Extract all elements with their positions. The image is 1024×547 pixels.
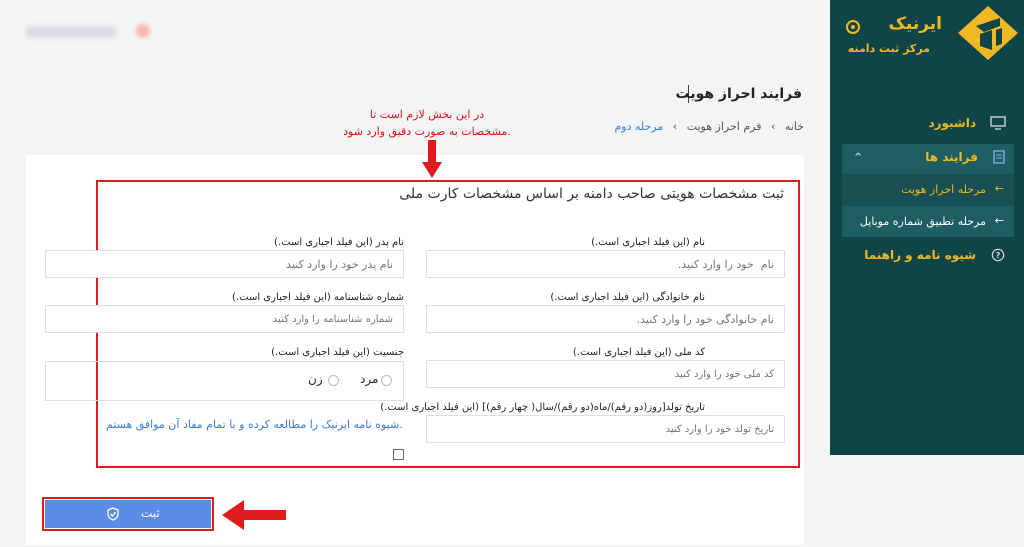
gender-label: جنسیت (این فیلد اجباری است.) <box>271 347 404 358</box>
notification-icon[interactable] <box>136 24 150 38</box>
breadcrumb-home[interactable]: خانه <box>785 120 804 133</box>
annotation-line: در این بخش لازم است تا <box>369 108 485 121</box>
gender-group: مرد زن <box>45 361 404 401</box>
breadcrumb-form[interactable]: فرم احراز هویت <box>687 120 762 133</box>
sidebar-item-label: داشبورد <box>928 116 976 130</box>
brand-subtitle: مرکز ثبت دامنه <box>847 42 930 55</box>
id-number-input[interactable] <box>45 305 404 333</box>
sidebar-toggle-icon[interactable] <box>846 20 860 34</box>
arrow-left-icon <box>222 500 286 530</box>
svg-text:?: ? <box>996 251 1001 260</box>
national-code-input[interactable] <box>426 360 785 388</box>
sidebar-item-processes[interactable]: فرایند ها ^ <box>842 144 1014 172</box>
national-code-label: کد ملی (این فیلد اجباری است.) <box>572 347 705 358</box>
help-circle-icon: ? <box>991 248 1005 262</box>
arrow-left-icon: ← <box>994 182 1004 195</box>
first-name-label: نام (این فیلد اجباری است.) <box>591 237 705 248</box>
arrow-down-icon <box>422 140 442 178</box>
shield-check-icon <box>107 507 119 521</box>
monitor-icon <box>990 116 1006 130</box>
submit-button[interactable]: ثبت <box>45 500 211 528</box>
birthdate-label: تاریخ تولد[روز(دو رقم)/ماه(دو رقم)/سال( … <box>380 402 705 413</box>
father-name-label: نام پدر (این فیلد اجباری است.) <box>274 237 404 248</box>
sidebar-group-processes: فرایند ها ^ ← مرحله احراز هویت ← مرحله ت… <box>842 144 1014 237</box>
sidebar-item-label: شیوه نامه و راهنما <box>864 248 976 262</box>
sidebar: ایرنیک مرکز ثبت دامنه داشبورد فرایند ها … <box>830 0 1024 455</box>
chevron-up-icon: ^ <box>854 152 863 163</box>
submit-label: ثبت <box>141 506 160 520</box>
id-number-label: شماره شناسنامه (این فیلد اجباری است.) <box>232 292 404 303</box>
first-name-input[interactable] <box>426 250 785 278</box>
gender-female-label: زن <box>308 372 323 386</box>
brand-name: ایرنیک <box>888 14 942 34</box>
irnic-logo-icon <box>958 6 1018 60</box>
instruction-annotation: در این بخش لازم است تا مشخصات به صورت دق… <box>332 106 522 140</box>
sidebar-item-dashboard[interactable]: داشبورد <box>830 110 1024 138</box>
brand: ایرنیک مرکز ثبت دامنه <box>830 0 1024 70</box>
document-icon <box>993 150 1005 164</box>
last-name-label: نام خانوادگی (این فیلد اجباری است.) <box>550 292 705 303</box>
sidebar-subitem-label: مرحله احراز هویت <box>901 183 986 196</box>
form-title: ثبت مشخصات هویتی صاحب دامنه بر اساس مشخص… <box>399 186 784 202</box>
terms-checkbox[interactable] <box>393 449 404 460</box>
breadcrumb-current: مرحله دوم <box>614 120 664 133</box>
father-name-input[interactable] <box>45 250 404 278</box>
sidebar-item-label: فرایند ها <box>925 150 978 164</box>
sidebar-subitem-mobile[interactable]: ← مرحله تطبیق شماره موبایل <box>842 206 1014 238</box>
gender-male-label: مرد <box>360 372 379 386</box>
page-title: فرایند احراز هویت <box>675 86 803 102</box>
top-header <box>0 0 830 68</box>
gender-female-radio[interactable] <box>328 375 339 386</box>
arrow-left-icon: ← <box>994 214 1004 227</box>
last-name-input[interactable] <box>426 305 785 333</box>
user-name-blurred[interactable] <box>26 26 116 38</box>
terms-text[interactable]: شیوه نامه ایرنیک را مطالعه کرده و با تما… <box>106 418 403 431</box>
sidebar-subitem-identity[interactable]: ← مرحله احراز هویت <box>842 174 1014 206</box>
sidebar-subitem-label: مرحله تطبیق شماره موبایل <box>859 215 986 228</box>
breadcrumb: خانه › فرم احراز هویت › مرحله دوم <box>608 120 804 133</box>
gender-male-radio[interactable] <box>381 375 392 386</box>
chevron-icon: › <box>770 120 776 133</box>
chevron-icon: › <box>672 120 678 133</box>
annotation-line: مشخصات به صورت دقیق وارد شود. <box>343 125 511 138</box>
birthdate-input[interactable] <box>426 415 785 443</box>
sidebar-item-guide[interactable]: ? شیوه نامه و راهنما <box>830 242 1024 270</box>
